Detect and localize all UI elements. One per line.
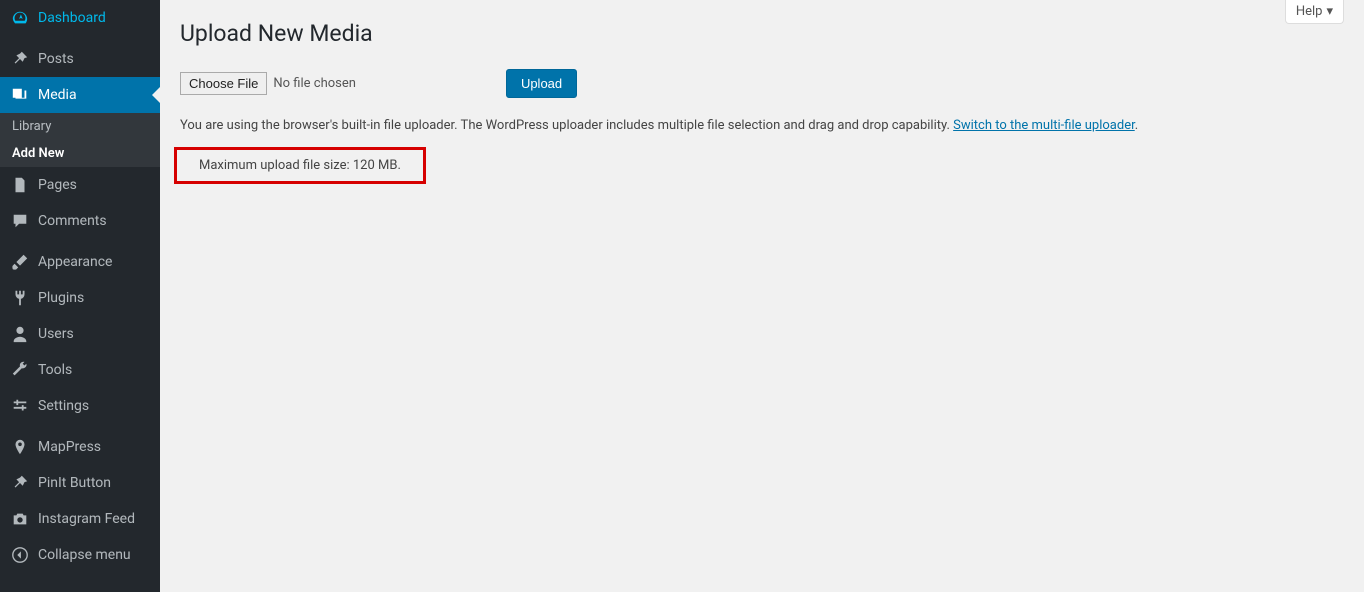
sidebar-item-settings[interactable]: Settings [0,388,160,424]
sidebar-item-dashboard[interactable]: Dashboard [0,0,160,36]
sidebar-item-mappress[interactable]: MapPress [0,429,160,465]
dashboard-icon [10,8,30,28]
sidebar-label: MapPress [38,438,101,456]
sidebar-label: Tools [38,361,72,379]
sidebar-label: Collapse menu [38,546,131,564]
media-submenu: Library Add New [0,113,160,167]
brush-icon [10,252,30,272]
sidebar-item-comments[interactable]: Comments [0,203,160,239]
admin-sidebar: Dashboard Posts Media Library Add New Pa… [0,0,160,592]
wrench-icon [10,360,30,380]
sidebar-label: Users [38,325,74,343]
pushpin-icon [10,473,30,493]
submenu-item-addnew[interactable]: Add New [0,140,160,167]
upload-button[interactable]: Upload [506,69,577,98]
sidebar-label: Appearance [38,253,112,271]
sidebar-label: Posts [38,50,74,68]
no-file-label: No file chosen [273,76,356,91]
sidebar-label: Settings [38,397,89,415]
sidebar-item-plugins[interactable]: Plugins [0,280,160,316]
switch-uploader-link[interactable]: Switch to the multi-file uploader [953,118,1135,133]
uploader-info: You are using the browser's built-in fil… [180,118,1344,133]
sidebar-item-users[interactable]: Users [0,316,160,352]
sidebar-item-pinit[interactable]: PinIt Button [0,465,160,501]
sidebar-item-tools[interactable]: Tools [0,352,160,388]
sidebar-item-instagram[interactable]: Instagram Feed [0,501,160,537]
sidebar-label: Pages [38,176,77,194]
media-icon [10,85,30,105]
collapse-icon [10,545,30,565]
info-period: . [1135,118,1138,133]
sliders-icon [10,396,30,416]
user-icon [10,324,30,344]
sidebar-item-appearance[interactable]: Appearance [0,244,160,280]
camera-icon [10,509,30,529]
help-label: Help [1296,4,1323,19]
sidebar-label: Plugins [38,289,84,307]
sidebar-item-pages[interactable]: Pages [0,167,160,203]
sidebar-item-collapse[interactable]: Collapse menu [0,537,160,573]
help-button[interactable]: Help ▾ [1285,0,1344,24]
submenu-item-library[interactable]: Library [0,113,160,140]
pages-icon [10,175,30,195]
sidebar-label: Comments [38,212,107,230]
plug-icon [10,288,30,308]
choose-file-button[interactable]: Choose File [180,72,267,95]
chevron-down-icon: ▾ [1326,4,1333,19]
sidebar-item-posts[interactable]: Posts [0,41,160,77]
comments-icon [10,211,30,231]
max-upload-size: Maximum upload file size: 120 MB. [174,147,426,184]
info-text: You are using the browser's built-in fil… [180,118,953,133]
main-content: Help ▾ Upload New Media Choose File No f… [160,0,1364,592]
pushpin-icon [10,49,30,69]
sidebar-label: Dashboard [38,9,106,27]
page-title: Upload New Media [180,20,1344,47]
upload-row: Choose File No file chosen Upload [180,69,1344,98]
sidebar-label: PinIt Button [38,474,111,492]
location-icon [10,437,30,457]
sidebar-label: Instagram Feed [38,510,135,528]
sidebar-label: Media [38,86,77,104]
file-input[interactable]: Choose File No file chosen [180,72,356,95]
sidebar-item-media[interactable]: Media [0,77,160,113]
